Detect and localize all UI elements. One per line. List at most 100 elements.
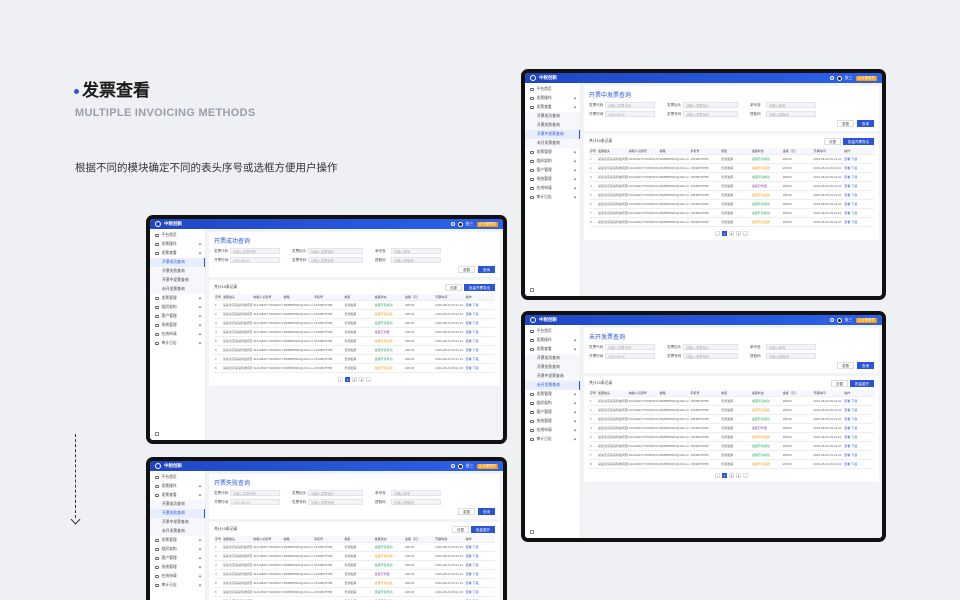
search-icon[interactable] [829, 318, 834, 322]
search-icon[interactable] [450, 464, 455, 468]
page-number[interactable]: 3 [736, 473, 741, 478]
table-cell[interactable]: 查看 下载 [843, 426, 874, 430]
sidebar-item-system[interactable]: 系统管理 [150, 321, 205, 330]
sidebar-item-sub-unopened[interactable]: 未开发票查询 [525, 381, 580, 390]
sidebar-item-home[interactable]: 平台首页 [150, 231, 205, 240]
export-button[interactable]: 批量重开 [850, 380, 874, 387]
page-number[interactable]: 1 [722, 473, 727, 478]
sidebar-item-audit[interactable]: 在线申请 [525, 184, 580, 193]
table-cell[interactable]: 查看 下载 [465, 330, 495, 334]
collapse-icon[interactable] [530, 288, 534, 292]
order-input[interactable]: 请输入单号 [766, 344, 816, 350]
table-cell[interactable]: 查看 下载 [465, 303, 495, 307]
invoice-no-input[interactable]: 请输入发票号码 [308, 257, 363, 263]
export-button[interactable]: 批量重开 [471, 526, 495, 533]
order-input[interactable]: 请输入单号 [766, 102, 816, 108]
sidebar-item-system[interactable]: 系统管理 [525, 175, 580, 184]
order-input[interactable]: 请输入单号 [391, 248, 441, 254]
page-next-icon[interactable]: › [743, 473, 748, 478]
page-number[interactable]: 1 [722, 231, 727, 236]
avatar[interactable] [836, 317, 842, 323]
reset-button[interactable]: 重置 [458, 266, 475, 273]
table-cell[interactable]: 查看 下载 [843, 399, 874, 403]
table-cell[interactable]: 查看 下载 [465, 581, 495, 585]
reset-button[interactable]: 重置 [837, 120, 854, 127]
sidebar-item-home[interactable]: 平台首页 [150, 473, 205, 482]
sidebar-item-sub-unopened[interactable]: 未开发票查询 [525, 139, 580, 148]
remark-input[interactable]: 请输入提取码 [391, 257, 441, 263]
order-input[interactable]: 请输入单号 [391, 490, 441, 496]
sidebar-item-invoice-query[interactable]: 发票查看 [525, 345, 580, 354]
sidebar-item-home[interactable]: 平台首页 [525, 85, 580, 94]
invoice-no-input[interactable]: 请输入发票号码 [683, 111, 738, 117]
date-range-input[interactable]: 2019-08-01 [605, 353, 655, 359]
table-cell[interactable]: 查看 下载 [843, 435, 874, 439]
table-cell[interactable]: 查看 下载 [843, 166, 874, 170]
buyer-input[interactable]: 请输入发票抬头 [308, 490, 363, 496]
sidebar-item-manage[interactable]: 发票管理 [525, 148, 580, 157]
date-range-input[interactable]: 2019-08-01 [605, 111, 655, 117]
table-cell[interactable]: 查看 下载 [843, 193, 874, 197]
table-cell[interactable]: 查看 下载 [465, 339, 495, 343]
sidebar-item-audit[interactable]: 在线申请 [525, 426, 580, 435]
sidebar-item-customer[interactable]: 客户管理 [525, 166, 580, 175]
code-input[interactable]: 请输入发票代码 [230, 248, 280, 254]
buyer-input[interactable]: 请输入发票抬头 [683, 344, 738, 350]
sidebar-item-audit[interactable]: 在线申请 [150, 330, 205, 339]
buyer-input[interactable]: 请输入发票抬头 [683, 102, 738, 108]
page-number[interactable]: 2 [729, 231, 734, 236]
table-cell[interactable]: 查看 下载 [465, 572, 495, 576]
settings-button[interactable]: 设置 [824, 138, 841, 145]
table-cell[interactable]: 查看 下载 [843, 184, 874, 188]
page-prev-icon[interactable]: ‹ [338, 377, 343, 382]
table-cell[interactable]: 查看 下载 [843, 408, 874, 412]
sidebar-item-audit[interactable]: 在线申请 [150, 572, 205, 581]
sidebar-item-sub-pending[interactable]: 开票中发票查询 [525, 130, 580, 139]
table-cell[interactable]: 查看 下载 [843, 157, 874, 161]
collapse-icon[interactable] [530, 530, 534, 534]
sidebar-item-sub-fail[interactable]: 开票失败查询 [525, 121, 580, 130]
avatar[interactable] [457, 221, 463, 227]
sidebar-item-invoice-query[interactable]: 发票查看 [150, 491, 205, 500]
table-cell[interactable]: 查看 下载 [465, 590, 495, 594]
table-cell[interactable]: 查看 下载 [465, 321, 495, 325]
search-button[interactable]: 查询 [478, 266, 495, 273]
search-icon[interactable] [829, 76, 834, 80]
sidebar-item-org[interactable]: 组织架构 [150, 545, 205, 554]
sidebar-item-system[interactable]: 系统管理 [150, 563, 205, 572]
sidebar-item-stats[interactable]: 审计日志 [525, 193, 580, 202]
sidebar-item-home[interactable]: 平台首页 [525, 327, 580, 336]
table-cell[interactable]: 查看 下载 [465, 366, 495, 370]
table-cell[interactable]: 查看 下载 [843, 175, 874, 179]
sidebar-item-system[interactable]: 系统管理 [525, 417, 580, 426]
sidebar-item-manage[interactable]: 发票管理 [525, 390, 580, 399]
avatar[interactable] [836, 75, 842, 81]
settings-button[interactable]: 设置 [831, 380, 848, 387]
sidebar-item-sub-fail[interactable]: 开票失败查询 [150, 267, 205, 276]
search-button[interactable]: 查询 [478, 508, 495, 515]
page-prev-icon[interactable]: ‹ [715, 473, 720, 478]
collapse-icon[interactable] [155, 432, 159, 436]
remark-input[interactable]: 请输入提取码 [391, 499, 441, 505]
remark-input[interactable]: 请输入提取码 [766, 353, 816, 359]
reset-button[interactable]: 重置 [837, 362, 854, 369]
page-next-icon[interactable]: › [366, 377, 371, 382]
avatar[interactable] [457, 463, 463, 469]
page-next-icon[interactable]: › [743, 231, 748, 236]
table-cell[interactable]: 查看 下载 [843, 211, 874, 215]
sidebar-item-invoice-ops[interactable]: 发票操作 [150, 482, 205, 491]
sidebar-item-org[interactable]: 组织架构 [525, 399, 580, 408]
table-cell[interactable]: 查看 下载 [843, 202, 874, 206]
sidebar-item-org[interactable]: 组织架构 [525, 157, 580, 166]
invoice-no-input[interactable]: 请输入发票号码 [308, 499, 363, 505]
search-button[interactable]: 查询 [857, 362, 874, 369]
remark-input[interactable]: 请输入提取码 [766, 111, 816, 117]
table-cell[interactable]: 查看 下载 [843, 444, 874, 448]
page-number[interactable]: 3 [359, 377, 364, 382]
page-number[interactable]: 1 [345, 377, 350, 382]
table-cell[interactable]: 查看 下载 [465, 357, 495, 361]
sidebar-item-invoice-query[interactable]: 发票查看 [525, 103, 580, 112]
export-button[interactable]: 批量开票导出 [464, 284, 495, 291]
table-cell[interactable]: 查看 下载 [843, 462, 874, 466]
sidebar-item-stats[interactable]: 审计日志 [150, 581, 205, 590]
